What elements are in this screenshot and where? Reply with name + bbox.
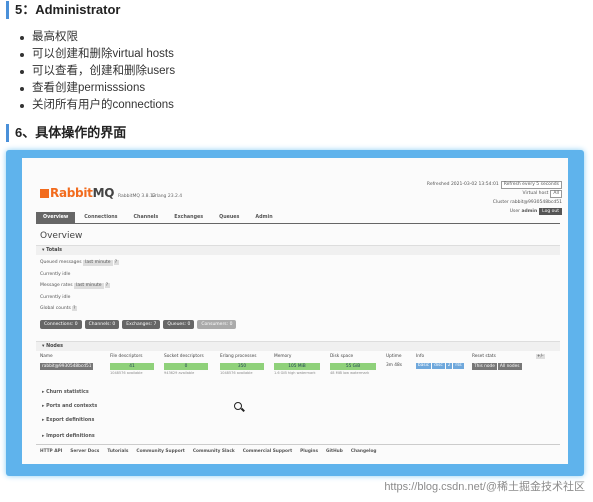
info-badge: basic xyxy=(416,363,432,369)
channels-count[interactable]: Channels: 0 xyxy=(84,320,120,329)
message-rates-row: Message rates last minute? xyxy=(40,283,110,289)
rabbitmq-logo: RabbitMQ xyxy=(40,186,114,200)
col-reset-stats: Reset stats xyxy=(472,354,496,359)
memory-watermark: 1.6 GiB high watermark xyxy=(274,371,316,375)
disk-watermark: 48 MiB low watermark xyxy=(330,371,370,375)
zoom-cursor-icon xyxy=(234,402,242,410)
permission-list: 最高权限 可以创建和删除virtual hosts 可以查看，创建和删除user… xyxy=(20,29,175,114)
erlang-processes-value: 350 xyxy=(220,363,264,370)
rabbitmq-management-ui: RabbitMQ RabbitMQ 3.8.12 Erlang 23.2.4 R… xyxy=(22,158,568,464)
footer-link-commercial-support[interactable]: Commercial Support xyxy=(243,449,292,454)
footer-link-plugins[interactable]: Plugins xyxy=(300,449,318,454)
col-memory: Memory xyxy=(274,354,292,359)
queued-messages-row: Queued messages last minute? xyxy=(40,260,119,266)
col-erlang-processes: Erlang processes xyxy=(220,354,257,359)
idle-text: Currently idle xyxy=(40,295,71,300)
import-definitions-toggle[interactable]: ▸ Import definitions xyxy=(42,434,95,439)
list-item: 关闭所有用户的connections xyxy=(20,97,175,114)
exchanges-count[interactable]: Exchanges: 7 xyxy=(122,320,161,329)
rates-range-select[interactable]: last minute xyxy=(74,283,104,289)
cluster-name: Cluster rabbit@9930548bcd51 xyxy=(492,200,562,205)
help-icon[interactable]: ? xyxy=(104,283,110,288)
refreshed-time: Refreshed 2021-03-02 13:54:01 xyxy=(426,182,499,187)
idle-text: Currently idle xyxy=(40,272,71,277)
nodes-section-toggle[interactable]: ▾ Nodes xyxy=(36,341,560,351)
erlang-version: Erlang 23.2.4 xyxy=(152,194,183,199)
footer-divider xyxy=(36,444,560,445)
table-header: Name File descriptors Socket descriptors… xyxy=(40,354,550,362)
consumers-count[interactable]: Consumers: 0 xyxy=(197,320,237,329)
col-uptime: Uptime xyxy=(386,354,402,359)
rabbit-icon xyxy=(40,189,49,198)
node-name-link[interactable]: rabbit@9930548bcd51 xyxy=(40,363,94,370)
footer-link-github[interactable]: GitHub xyxy=(326,449,343,454)
footer-link-changelog[interactable]: Changelog xyxy=(351,449,377,454)
col-info: Info xyxy=(416,354,425,359)
reset-this-node-button[interactable]: This node xyxy=(472,363,497,370)
col-socket-descriptors: Socket descriptors xyxy=(164,354,204,359)
sd-available: 943629 available xyxy=(164,371,195,375)
col-disk-space: Disk space xyxy=(330,354,354,359)
tab-channels[interactable]: Channels xyxy=(127,212,166,223)
col-name: Name xyxy=(40,354,53,359)
global-counts: Connections: 0 Channels: 0 Exchanges: 7 … xyxy=(40,320,237,329)
vhost-label: Virtual host xyxy=(522,191,549,196)
tab-connections[interactable]: Connections xyxy=(77,212,124,223)
header-status: Refreshed 2021-03-02 13:54:01 Refresh eve… xyxy=(427,180,562,216)
page-title: Overview xyxy=(40,231,83,241)
socket-descriptors-value: 0 xyxy=(164,363,208,370)
footer-link-server-docs[interactable]: Server Docs xyxy=(70,449,99,454)
tab-overview[interactable]: Overview xyxy=(36,212,76,223)
totals-section-toggle[interactable]: ▾ Totals xyxy=(36,245,560,255)
watermark: https://blog.csdn.net/@稀土掘金技术社区 xyxy=(384,481,585,493)
info-badge: rss xyxy=(453,363,464,369)
tab-queues[interactable]: Queues xyxy=(212,212,246,223)
reset-all-nodes-button[interactable]: All nodes xyxy=(497,363,522,370)
list-item: 最高权限 xyxy=(20,29,175,46)
tab-admin[interactable]: Admin xyxy=(248,212,279,223)
section-5-heading: 5：Administrator xyxy=(6,1,120,19)
main-tabs: Overview Connections Channels Exchanges … xyxy=(36,212,282,223)
footer-link-tutorials[interactable]: Tutorials xyxy=(107,449,128,454)
file-descriptors-value: 41 xyxy=(110,363,154,370)
user-label: User xyxy=(509,209,521,214)
memory-value: 105 MiB xyxy=(274,363,320,370)
info-badges: basic disc 2 rss xyxy=(416,363,465,369)
col-file-descriptors: File descriptors xyxy=(110,354,143,359)
info-badge: disc xyxy=(432,363,445,369)
help-icon[interactable]: ? xyxy=(113,260,119,265)
ports-contexts-toggle[interactable]: ▸ Ports and contexts xyxy=(42,404,97,409)
queued-range-select[interactable]: last minute xyxy=(83,260,113,266)
vhost-select[interactable]: All xyxy=(550,190,562,198)
info-badge: 2 xyxy=(445,363,453,369)
rabbitmq-version: RabbitMQ 3.8.12 xyxy=(118,194,156,199)
connections-count[interactable]: Connections: 0 xyxy=(40,320,82,329)
tab-exchanges[interactable]: Exchanges xyxy=(167,212,210,223)
refresh-select[interactable]: Refresh every 5 seconds xyxy=(500,181,562,189)
list-item: 可以查看，创建和删除users xyxy=(20,63,175,80)
fd-available: 1048576 available xyxy=(110,371,143,375)
footer-link-http-api[interactable]: HTTP API xyxy=(40,449,62,454)
export-definitions-toggle[interactable]: ▸ Export definitions xyxy=(42,418,94,423)
footer-link-community-slack[interactable]: Community Slack xyxy=(193,449,235,454)
help-icon[interactable]: ? xyxy=(71,306,77,311)
uptime-value: 3m 48s xyxy=(386,363,402,368)
table-row: rabbit@9930548bcd51 41 1048576 available… xyxy=(40,363,550,377)
footer-link-community-support[interactable]: Community Support xyxy=(136,449,184,454)
list-item: 查看创建permisssions xyxy=(20,80,175,97)
section-6-heading: 6、具体操作的界面 xyxy=(6,124,126,142)
global-counts-row: Global counts? xyxy=(40,306,77,311)
user-name: admin xyxy=(521,209,538,214)
list-item: 可以创建和删除virtual hosts xyxy=(20,46,175,63)
reset-buttons: This node All nodes xyxy=(472,363,523,370)
ep-available: 1048576 available xyxy=(220,371,253,375)
queues-count[interactable]: Queues: 0 xyxy=(163,320,195,329)
logout-button[interactable]: Log out xyxy=(539,208,562,215)
disk-space-value: 55 GiB xyxy=(330,363,376,370)
columns-toggle[interactable]: +/- xyxy=(536,354,545,359)
churn-statistics-toggle[interactable]: ▸ Churn statistics xyxy=(42,390,89,395)
tab-divider xyxy=(36,223,560,224)
footer-links: HTTP API Server Docs Tutorials Community… xyxy=(40,449,376,454)
